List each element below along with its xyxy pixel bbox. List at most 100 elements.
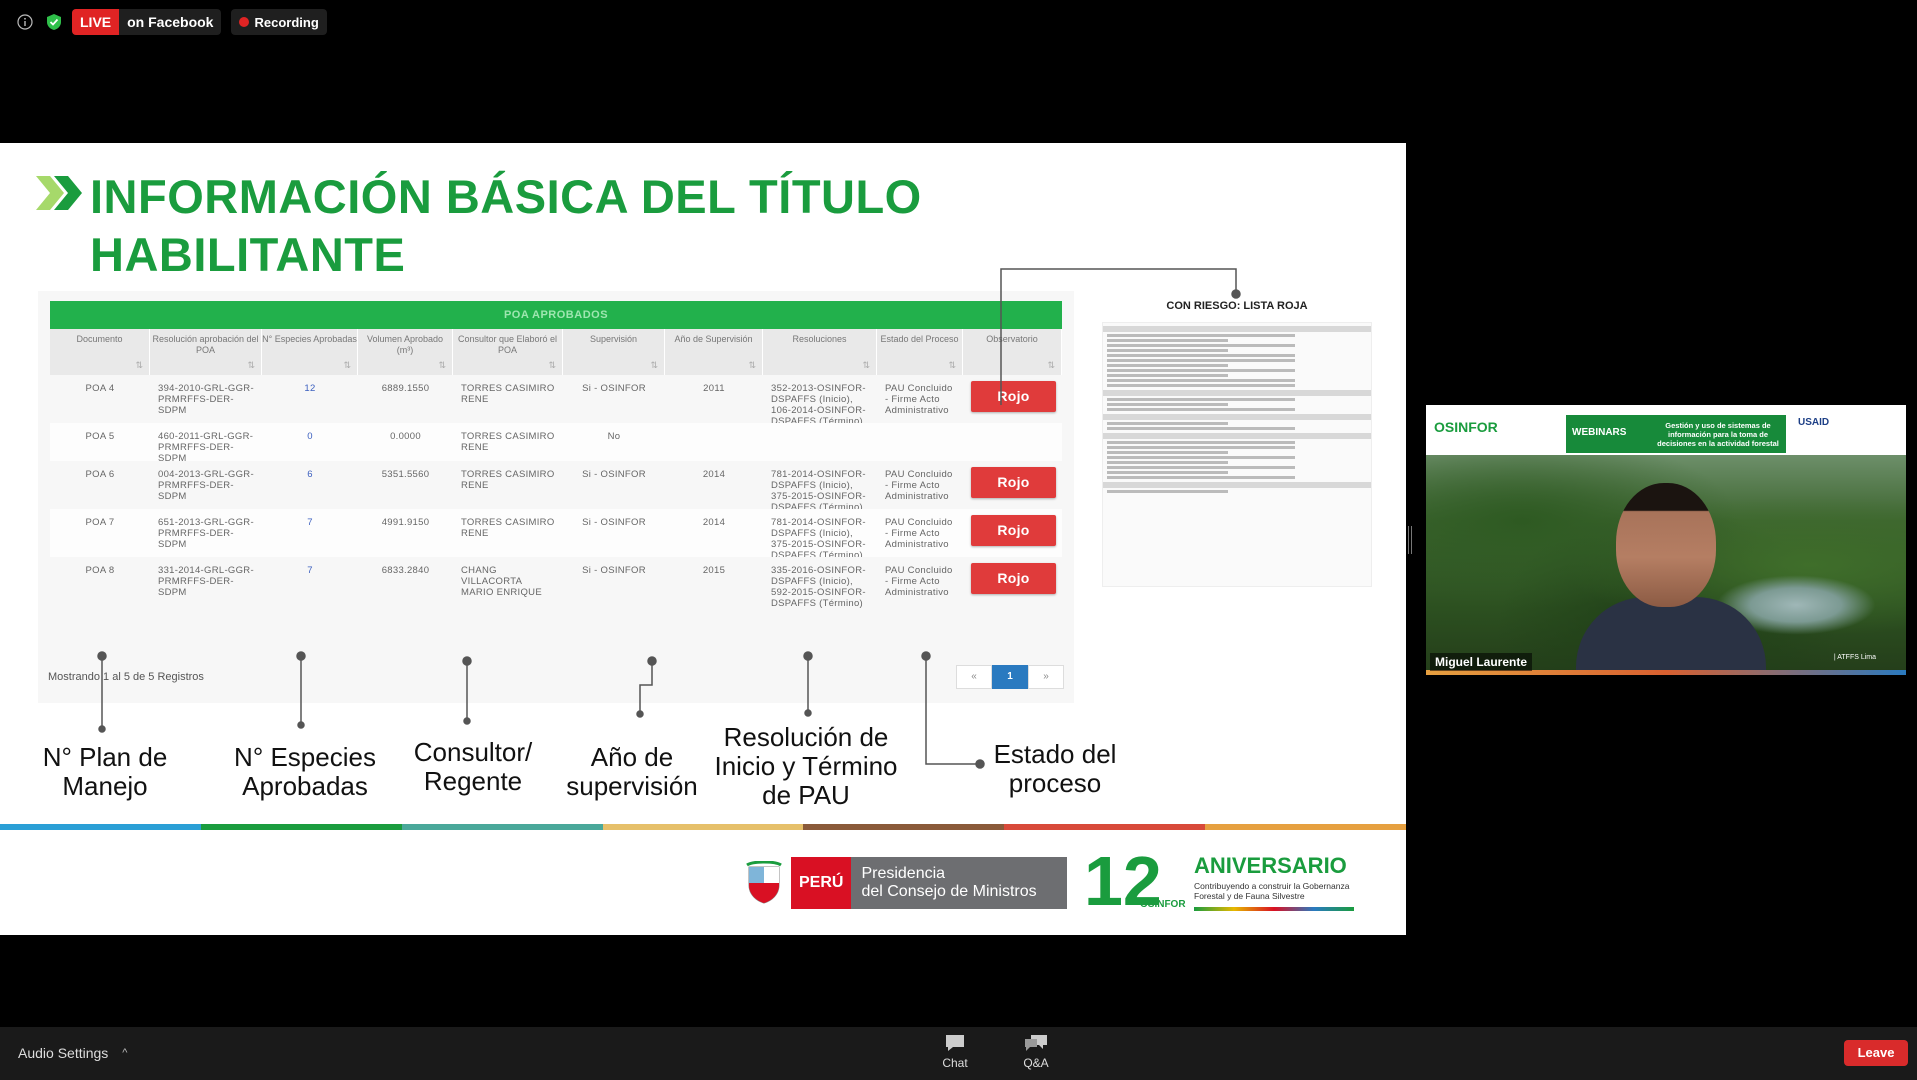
live-stream-indicator[interactable]: LIVE on Facebook	[72, 9, 222, 35]
column-header[interactable]: Consultor que Elaboró el POA ⇅	[453, 329, 563, 375]
banner-osinfor-logo: OSINFOR	[1434, 419, 1498, 435]
double-chevron-icon	[36, 176, 82, 210]
observatorio-cell: Rojo	[963, 509, 1062, 557]
table-cell: 460-2011-GRL-GGR-PRMRFFS-DER-SDPM	[158, 431, 254, 464]
osinfor-anniversary-logo: 12 ANIVERSARIO Contribuyendo a construir…	[1084, 841, 1364, 925]
sort-icon[interactable]: ⇅	[247, 360, 255, 371]
callout-estado: Estado del proceso	[993, 739, 1117, 798]
participant-name: Miguel Laurente	[1430, 653, 1533, 671]
leave-button[interactable]: Leave	[1844, 1040, 1908, 1066]
sort-icon[interactable]: ⇅	[548, 360, 556, 371]
stripe-segment	[401, 824, 603, 830]
stripe-segment	[602, 824, 804, 830]
table-cell: 394-2010-GRL-GGR-PRMRFFS-DER-SDPM	[158, 383, 254, 416]
rojo-status-button[interactable]: Rojo	[971, 563, 1056, 594]
rojo-status-button[interactable]: Rojo	[971, 515, 1056, 546]
recording-label: Recording	[254, 14, 319, 30]
participant-head	[1616, 483, 1716, 607]
table-cell	[963, 423, 1062, 461]
chevron-up-icon[interactable]: ^	[122, 1047, 127, 1059]
recording-indicator[interactable]: Recording	[231, 9, 327, 35]
sort-icon[interactable]: ⇅	[948, 360, 956, 371]
table-cell	[763, 423, 877, 461]
sort-icon[interactable]: ⇅	[650, 360, 658, 371]
table-row: POA 6 004-2013-GRL-GGR-PRMRFFS-DER-SDPM 6 5…	[50, 461, 1062, 513]
table-cell: Si - OSINFOR	[582, 383, 646, 394]
table-cell: 6889.1550	[381, 383, 430, 394]
table-cell: Si - OSINFOR	[582, 565, 646, 576]
red-list-panel: CON RIESGO: LISTA ROJA	[1102, 300, 1372, 590]
table-cell: Si - OSINFOR	[582, 469, 646, 480]
column-header[interactable]: Año de Supervisión ⇅	[665, 329, 763, 375]
pcm-line-1: Presidencia	[861, 865, 946, 882]
peru-coat-of-arms-icon	[746, 861, 782, 904]
poa-table-header: POA APROBADOS	[50, 301, 1062, 329]
table-cell: 004-2013-GRL-GGR-PRMRFFS-DER-SDPM	[158, 469, 254, 502]
sort-icon[interactable]: ⇅	[135, 360, 143, 371]
table-cell: 0	[307, 431, 313, 442]
column-header[interactable]: Resolución aprobación del POA ⇅	[150, 329, 262, 375]
table-cell: 335-2016-OSINFOR-DSPAFFS (Inicio), 592-2…	[771, 565, 866, 609]
column-header[interactable]: Supervisión ⇅	[563, 329, 665, 375]
participant-figure	[1576, 473, 1766, 675]
observatorio-cell: Rojo	[963, 557, 1062, 605]
table-cell: Si - OSINFOR	[582, 517, 646, 528]
sort-icon[interactable]: ⇅	[1047, 360, 1055, 371]
table-row: POA 5 460-2011-GRL-GGR-PRMRFFS-DER-SDPM 0 0…	[50, 423, 1062, 464]
table-pagination: « 1 »	[956, 665, 1064, 689]
color-stripe	[0, 824, 1406, 830]
table-cell: 352-2013-OSINFOR-DSPAFFS (Inicio), 106-2…	[771, 383, 866, 427]
table-cell: 6	[307, 469, 313, 480]
table-cell: TORRES CASIMIRO RENE	[461, 517, 555, 539]
sort-icon[interactable]: ⇅	[748, 360, 756, 371]
table-cell: 12	[304, 383, 316, 394]
table-cell: No	[607, 431, 621, 442]
stripe-segment	[1205, 824, 1406, 830]
table-cell: PAU Concluido - Firme Acto Administrativ…	[885, 469, 953, 502]
peru-pcm-logo: PERÚ Presidencia del Consejo de Ministro…	[745, 857, 1067, 909]
callout-anio: Año de supervisión	[566, 742, 698, 801]
table-cell: PAU Concluido - Firme Acto Administrativ…	[885, 383, 953, 416]
column-header[interactable]: Estado del Proceso ⇅	[877, 329, 963, 375]
table-cell: PAU Concluido - Firme Acto Administrativ…	[885, 517, 953, 550]
sort-icon[interactable]: ⇅	[343, 360, 351, 371]
chat-button[interactable]: Chat	[925, 1033, 985, 1070]
table-cell: 4991.9150	[381, 517, 430, 528]
rojo-status-button[interactable]: Rojo	[971, 467, 1056, 498]
table-cell: 2014	[702, 517, 726, 528]
table-cell: POA 8	[85, 565, 115, 576]
stripe-segment	[803, 824, 1005, 830]
column-header[interactable]: Observatorio ⇅	[963, 329, 1062, 375]
participant-body	[1576, 597, 1766, 675]
observatorio-cell: Rojo	[963, 375, 1062, 423]
banner-webinar-block: WEBINARS Gestión y uso de sistemas de in…	[1566, 415, 1786, 453]
qa-button[interactable]: Q&A	[1006, 1033, 1066, 1070]
callout-resolucion: Resolución de Inicio y Término de PAU	[714, 722, 898, 810]
panel-resize-handle[interactable]	[1408, 526, 1412, 554]
table-cell: TORRES CASIMIRO RENE	[461, 431, 555, 453]
table-cell: 0.0000	[390, 431, 421, 442]
column-header[interactable]: N° Especies Aprobadas ⇅	[262, 329, 358, 375]
column-header[interactable]: Documento ⇅	[50, 329, 150, 375]
column-header[interactable]: Volumen Aprobado (m³) ⇅	[358, 329, 453, 375]
sort-icon[interactable]: ⇅	[438, 360, 446, 371]
table-cell: TORRES CASIMIRO RENE	[461, 383, 555, 405]
participant-video-tile[interactable]: OSINFOR WEBINARS Gestión y uso de sistem…	[1426, 405, 1906, 675]
column-header[interactable]: Resoluciones ⇅	[763, 329, 877, 375]
red-list-details	[1102, 322, 1372, 587]
table-cell: POA 4	[85, 383, 115, 394]
shield-check-icon[interactable]	[46, 13, 62, 31]
table-cell: POA 7	[85, 517, 115, 528]
pcm-line-2: del Consejo de Ministros	[861, 883, 1037, 900]
callout-consultor: Consultor/ Regente	[413, 737, 533, 796]
shared-screen-slide: INFORMACIÓN BÁSICA DEL TÍTULO HABILITANT…	[0, 143, 1406, 935]
rojo-status-button[interactable]: Rojo	[971, 381, 1056, 412]
audio-settings-button[interactable]: Audio Settings ^	[18, 1045, 127, 1061]
info-icon[interactable]	[14, 11, 36, 33]
table-cell: 6833.2840	[381, 565, 430, 576]
sort-icon[interactable]: ⇅	[862, 360, 870, 371]
table-cell: PAU Concluido - Firme Acto Administrativ…	[885, 565, 953, 598]
table-row: POA 7 651-2013-GRL-GGR-PRMRFFS-DER-SDPM 7 4…	[50, 509, 1062, 561]
table-row: POA 8 331-2014-GRL-GGR-PRMRFFS-DER-SDPM 7 6…	[50, 557, 1062, 609]
audio-settings-label: Audio Settings	[18, 1045, 109, 1061]
